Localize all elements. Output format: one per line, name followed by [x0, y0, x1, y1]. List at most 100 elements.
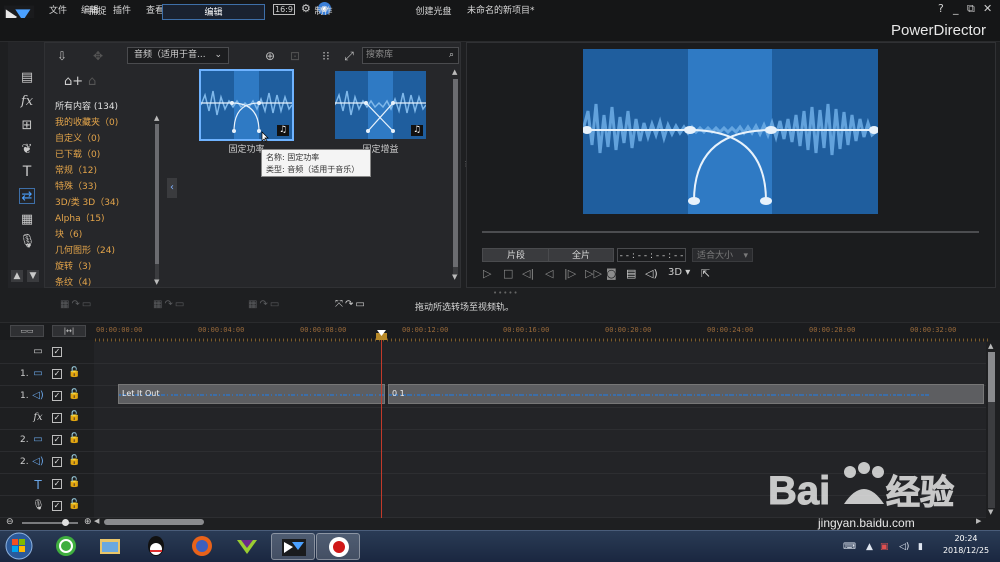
track-enable-checkbox[interactable]: ✓	[52, 479, 62, 489]
track-enable-checkbox[interactable]: ✓	[52, 457, 62, 467]
lock-icon[interactable]: 🔓	[68, 455, 80, 466]
track-enable-checkbox[interactable]: ✓	[52, 413, 62, 423]
snapshot-camera-icon[interactable]: ◙	[606, 267, 617, 280]
scroll-down-icon[interactable]: ▼	[154, 278, 159, 286]
tab-edit[interactable]: 编辑	[162, 4, 265, 20]
taskbar-app-360[interactable]	[44, 533, 88, 560]
category-scrollbar[interactable]: ▲ ▼	[154, 114, 160, 288]
fx-room-icon[interactable]: fx	[19, 94, 35, 110]
fit-timeline-button[interactable]: |↔|	[52, 325, 86, 337]
rail-up-icon[interactable]: ▲	[11, 270, 23, 282]
lock-icon[interactable]: 🔓	[68, 367, 80, 378]
next-frame-icon[interactable]: |▷	[564, 267, 576, 280]
pip-room-icon[interactable]: ⊞	[19, 118, 35, 134]
track-enable-checkbox[interactable]: ✓	[52, 391, 62, 401]
scroll-down-icon[interactable]: ▼	[452, 273, 457, 281]
taskbar-clock[interactable]: 20:24 2018/12/25	[938, 533, 994, 557]
clip-mode-button[interactable]: 片段	[482, 248, 550, 262]
expand-view-icon[interactable]: ⤢	[341, 48, 357, 64]
preview-seekbar[interactable]	[482, 231, 979, 233]
taskbar-app-firefox[interactable]	[180, 533, 224, 560]
tray-expand-icon[interactable]: ▲	[866, 542, 873, 552]
library-search-input[interactable]: 搜索库 ⌕	[362, 47, 459, 64]
subtitle-icon[interactable]: ▤	[626, 267, 636, 280]
transition-room-icon[interactable]: ⇄	[19, 188, 35, 204]
minimize-icon[interactable]: _	[953, 2, 959, 15]
track-lane[interactable]	[94, 408, 986, 430]
close-icon[interactable]: ✕	[983, 2, 992, 15]
timeline-zoom-slider[interactable]: ⊖ ⊕	[4, 517, 94, 528]
taskbar-app-camtasia[interactable]	[225, 533, 269, 560]
zoom-out-icon[interactable]: ⊖	[6, 517, 14, 527]
audio-mixing-icon[interactable]: ▦	[19, 212, 35, 228]
movie-mode-button[interactable]: 全片	[548, 248, 614, 262]
track-enable-checkbox[interactable]: ✓	[52, 501, 62, 511]
library-scrollbar[interactable]: ▲ ▼	[452, 68, 459, 284]
import-media-icon[interactable]: ⇩	[54, 48, 70, 64]
audio-clip[interactable]: Let It Out	[118, 384, 385, 404]
apply-to-all-transitions-icon[interactable]: ⤧↷▭	[335, 299, 367, 310]
search-icon[interactable]: ⌕	[449, 48, 454, 63]
taskbar-app-qq[interactable]	[134, 533, 178, 560]
volume-icon[interactable]: ◁)	[645, 267, 658, 280]
taskbar-app-powerdirector[interactable]	[271, 533, 315, 560]
track-enable-checkbox[interactable]: ✓	[52, 347, 62, 357]
lock-icon[interactable]: 🔓	[68, 433, 80, 444]
tab-produce[interactable]: 制作	[272, 4, 375, 20]
undock-preview-icon[interactable]: ⇱	[701, 267, 710, 280]
category-item[interactable]: 所有内容 (134)	[55, 99, 118, 112]
category-item[interactable]: 我的收藏夹（0)	[55, 115, 118, 128]
category-item[interactable]: 旋转（3)	[55, 259, 91, 272]
audio-clip[interactable]: 0 1	[388, 384, 984, 404]
category-item[interactable]: 已下载（0)	[55, 147, 100, 160]
category-item[interactable]: 特殊（33)	[55, 179, 97, 192]
scroll-up-icon[interactable]: ▲	[988, 342, 993, 350]
track-lane[interactable]	[94, 342, 986, 364]
zoom-in-icon[interactable]: ⊕	[84, 517, 92, 527]
tray-keyboard-icon[interactable]: ⌨	[843, 542, 856, 552]
tab-capture[interactable]: 捕捉	[46, 4, 149, 20]
taskbar-app-recorder[interactable]	[316, 533, 360, 560]
voiceover-icon[interactable]: 🎙	[19, 234, 36, 250]
library-type-select[interactable]: 音频（适用于音... ⌄	[127, 47, 229, 64]
lock-icon[interactable]: 🔓	[68, 477, 80, 488]
rail-down-icon[interactable]: ▼	[27, 270, 39, 282]
track-enable-checkbox[interactable]: ✓	[52, 435, 62, 445]
particle-room-icon[interactable]: ❦	[19, 142, 35, 158]
timecode-display[interactable]: - - : - - : - - : - -	[617, 248, 686, 262]
track-manager-button[interactable]: ▭▭	[10, 325, 44, 337]
fast-forward-icon[interactable]: ▷▷	[585, 267, 602, 280]
track-lane[interactable]	[94, 430, 986, 452]
playhead-line[interactable]	[381, 330, 382, 518]
restore-icon[interactable]: ⧉	[967, 2, 975, 16]
start-button-icon[interactable]	[4, 532, 34, 560]
collapse-panel-button[interactable]: ‹	[167, 178, 177, 198]
add-tag-icon[interactable]: ⌂+	[64, 74, 83, 89]
rewind-icon[interactable]: ◁	[545, 267, 553, 280]
tray-security-icon[interactable]: ▣	[880, 542, 889, 552]
media-room-icon[interactable]: ▤	[19, 70, 35, 86]
lock-icon[interactable]: 🔓	[68, 411, 80, 422]
grid-view-icon[interactable]: ⁝⁝	[318, 48, 334, 64]
tray-network-icon[interactable]: ▮	[918, 542, 923, 552]
transition-thumbnail-constant-power[interactable]: ♫	[199, 69, 294, 141]
category-item[interactable]: 自定义（0)	[55, 131, 100, 144]
tab-create-disc[interactable]: 创建光盘	[382, 4, 485, 20]
taskbar-app-explorer[interactable]	[88, 533, 132, 560]
play-icon[interactable]: ▷	[483, 267, 491, 280]
help-icon[interactable]: ?	[938, 2, 944, 15]
3d-mode-button[interactable]: 3D ▾	[668, 267, 690, 278]
zoom-fit-select[interactable]: 适合大小 ▾	[692, 248, 753, 262]
scroll-up-icon[interactable]: ▲	[452, 68, 457, 76]
category-item[interactable]: 条纹（4)	[55, 275, 91, 288]
add-to-library-icon[interactable]: ⊕	[262, 48, 278, 64]
playhead-handle-icon[interactable]	[376, 330, 387, 340]
lock-icon[interactable]: 🔓	[68, 499, 80, 510]
stop-icon[interactable]: □	[503, 267, 513, 280]
previous-frame-icon[interactable]: ◁|	[522, 267, 534, 280]
tray-volume-icon[interactable]: ◁)	[899, 542, 909, 552]
title-room-icon[interactable]: T	[19, 164, 35, 180]
category-item[interactable]: 几何图形（24)	[55, 243, 115, 256]
track-lane[interactable]	[94, 364, 986, 386]
transition-thumbnail-constant-gain[interactable]: ♫	[335, 71, 426, 139]
